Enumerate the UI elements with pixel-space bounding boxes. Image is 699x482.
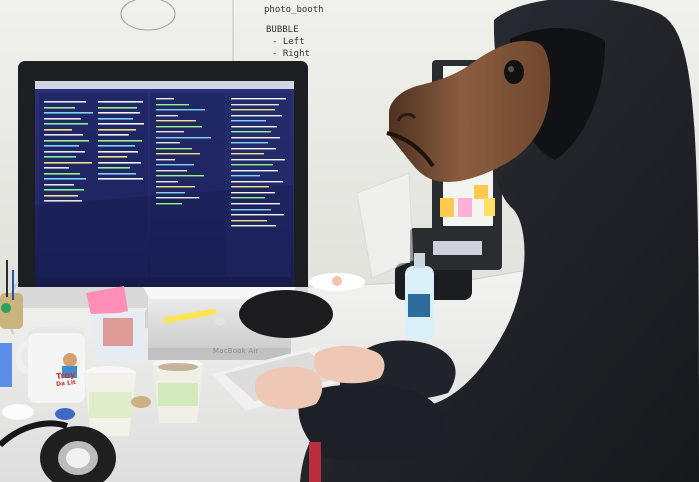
phone-display xyxy=(433,241,482,255)
terminal-topbar xyxy=(35,81,294,89)
pencil-2 xyxy=(12,270,14,300)
black-case xyxy=(239,290,333,338)
cookie-crumbs xyxy=(332,276,342,286)
horse-eye-highlight xyxy=(508,66,514,72)
photo-scene: photo_booth BUBBLE - Left - Right MacBoo… xyxy=(0,0,699,482)
sticky-note-orange-2 xyxy=(474,185,488,199)
desk-clutter-1 xyxy=(1,303,11,313)
pencil-1 xyxy=(6,260,8,297)
sticky-note-yellow-2 xyxy=(484,198,495,216)
macbook-label: MacBook Air xyxy=(213,347,259,355)
whiteboard-note-line-1: photo_booth xyxy=(264,5,324,15)
whiteboard-note-line-2: BUBBLE xyxy=(266,25,299,35)
right-hand xyxy=(254,366,323,410)
snack-stripe xyxy=(103,318,133,346)
whiteboard-note-line-3: - Left xyxy=(272,37,305,47)
white-cap xyxy=(2,404,34,420)
paper-cup-2 xyxy=(153,358,203,423)
chair-edge xyxy=(309,442,321,482)
whiteboard-note-line-4: - Right xyxy=(272,49,310,59)
left-hand xyxy=(313,345,385,384)
sticky-note-orange-1 xyxy=(440,198,454,217)
sticky-note-pink-1 xyxy=(458,198,472,217)
blue-cap xyxy=(55,408,75,420)
horse-eye xyxy=(504,60,524,84)
blue-bottle xyxy=(0,343,12,387)
paper-cup-1 xyxy=(84,366,136,436)
scene-illustration xyxy=(0,0,699,482)
candy-wrapper xyxy=(131,396,151,408)
